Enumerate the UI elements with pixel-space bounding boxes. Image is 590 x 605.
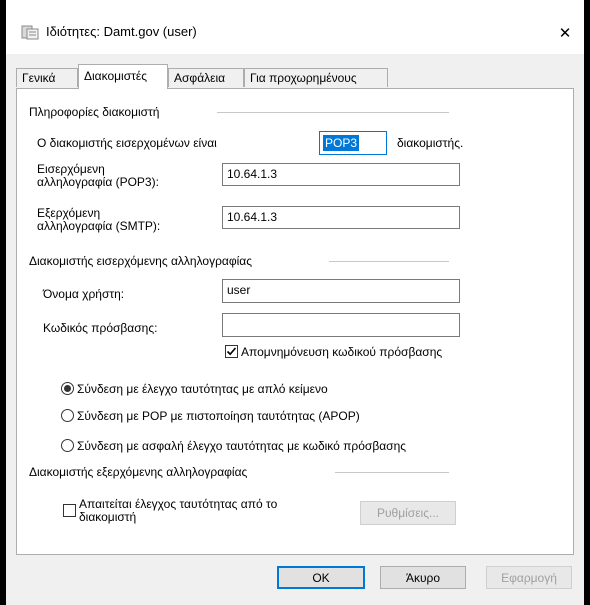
group-divider <box>329 261 449 262</box>
auth-radio-plaintext[interactable] <box>61 382 74 395</box>
requires-auth-label: Απαιτείται έλεγχος ταυτότητας από το δια… <box>79 497 278 524</box>
auth-option-secure-label: Σύνδεση με ασφαλή έλεγχο ταυτότητας με κ… <box>77 439 407 453</box>
close-button[interactable]: ✕ <box>546 18 584 48</box>
tab-advanced[interactable]: Για προχωρημένους <box>244 68 388 87</box>
username-label: Όνομα χρήστη: <box>43 287 125 301</box>
group-divider <box>335 472 449 473</box>
outgoing-settings-button[interactable]: Ρυθμίσεις... <box>360 501 456 525</box>
password-label: Κωδικός πρόσβασης: <box>43 321 158 335</box>
incoming-server-label: Εισερχόμενη αλληλογραφία (POP3): <box>37 162 159 189</box>
auth-option-plaintext-label: Σύνδεση με έλεγχο ταυτότητας με απλό κεί… <box>77 382 328 396</box>
auth-option-apop-label: Σύνδεση με POP με πιστοποίηση ταυτότητας… <box>77 409 360 423</box>
remember-password-label: Απομνημόνευση κωδικού πρόσβασης <box>241 345 443 359</box>
outgoing-server-label: Εξερχόμενη αλληλογραφία (SMTP): <box>37 206 161 233</box>
auth-radio-secure[interactable] <box>61 439 74 452</box>
close-icon: ✕ <box>558 25 572 42</box>
group-divider <box>217 112 449 113</box>
incoming-mail-server-heading: Διακομιστής εισερχόμενης αλληλογραφίας <box>29 254 253 268</box>
incoming-type-field: POP3 <box>319 131 387 155</box>
incoming-server-input[interactable]: 10.64.1.3 <box>222 163 460 186</box>
tab-general[interactable]: Γενικά <box>16 68 78 87</box>
remember-password-checkbox[interactable] <box>225 345 238 358</box>
checkmark-icon <box>226 347 237 356</box>
properties-dialog: Ιδιότητες: Damt.gov (user) ✕ Γενικά Διακ… <box>6 0 584 605</box>
title-bar[interactable]: Ιδιότητες: Damt.gov (user) ✕ <box>6 0 584 54</box>
apply-button[interactable]: Εφαρμογή <box>486 566 572 589</box>
cancel-button[interactable]: Άκυρο <box>380 566 466 589</box>
requires-auth-checkbox[interactable] <box>63 504 76 517</box>
tab-security[interactable]: Ασφάλεια <box>168 68 244 87</box>
auth-radio-apop[interactable] <box>61 409 74 422</box>
ok-button[interactable]: OK <box>277 566 365 589</box>
radio-selected-dot <box>64 385 71 392</box>
outgoing-server-input[interactable]: 10.64.1.3 <box>222 206 460 229</box>
incoming-type-value: POP3 <box>323 135 360 151</box>
incoming-type-label: Ο διακομιστής εισερχομένων είναι <box>37 136 217 150</box>
mail-account-icon <box>21 24 39 40</box>
incoming-type-suffix: διακομιστής. <box>397 136 464 150</box>
password-input[interactable] <box>222 313 460 337</box>
server-info-heading: Πληροφορίες διακομιστή <box>29 105 160 119</box>
tab-servers[interactable]: Διακομιστές <box>78 64 168 89</box>
servers-tab-panel: Πληροφορίες διακομιστή Ο διακομιστής εισ… <box>16 88 574 555</box>
username-input[interactable]: user <box>222 279 460 303</box>
outgoing-mail-server-heading: Διακομιστής εξερχόμενης αλληλογραφίας <box>29 465 248 479</box>
window-title: Ιδιότητες: Damt.gov (user) <box>46 24 197 39</box>
